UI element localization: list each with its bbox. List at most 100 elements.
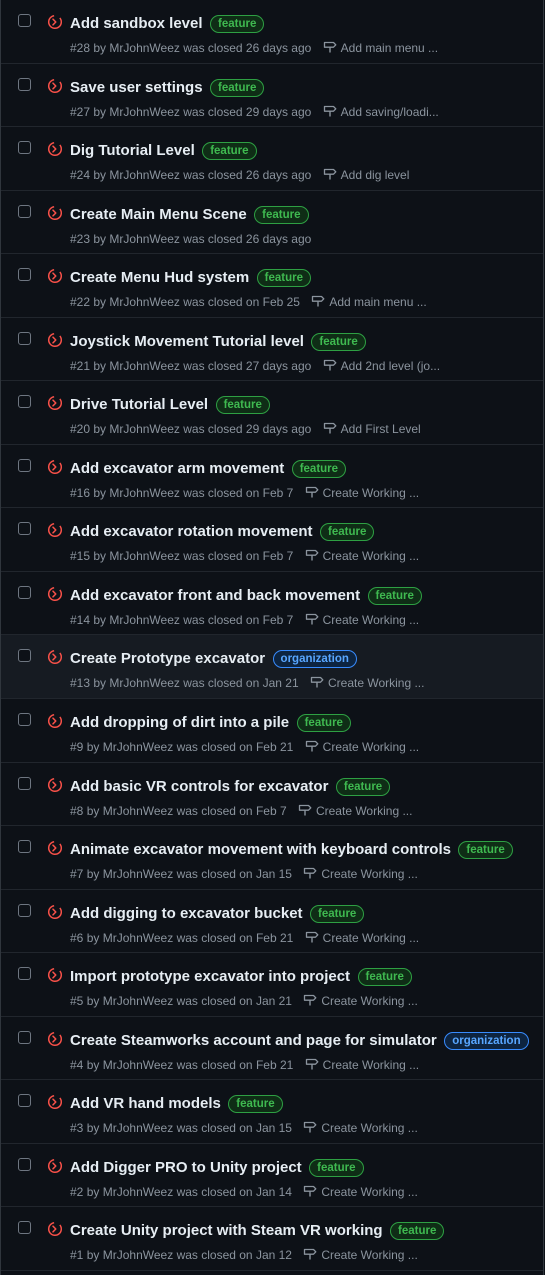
issue-author-link[interactable]: MrJohnWeez	[103, 1121, 173, 1135]
issue-title-link[interactable]: Create Prototype excavator	[70, 650, 265, 667]
issue-author-link[interactable]: MrJohnWeez	[103, 1248, 173, 1262]
issue-label[interactable]: feature	[210, 15, 265, 33]
issue-author-link[interactable]: MrJohnWeez	[103, 740, 173, 754]
issue-author-link[interactable]: MrJohnWeez	[109, 422, 179, 436]
issue-checkbox[interactable]	[18, 141, 31, 155]
issue-author-link[interactable]: MrJohnWeez	[109, 676, 179, 690]
issue-milestone-link[interactable]: Create Working ...	[305, 548, 419, 565]
issue-label[interactable]: feature	[335, 777, 391, 796]
issue-author-link[interactable]: MrJohnWeez	[109, 168, 179, 182]
issue-checkbox[interactable]	[18, 713, 31, 727]
issue-milestone-link[interactable]: Create Working ...	[305, 612, 419, 629]
issue-label[interactable]: feature	[296, 714, 351, 733]
issue-label[interactable]: feature	[256, 269, 312, 288]
issue-milestone-link[interactable]: Create Working ...	[303, 1247, 418, 1264]
issue-label[interactable]: feature	[291, 459, 347, 478]
issue-title-link[interactable]: Create Menu Hud system	[70, 269, 249, 286]
issue-milestone-link[interactable]: Create Working ...	[298, 803, 412, 820]
issue-label[interactable]: feature	[357, 968, 412, 987]
issue-label[interactable]: organization	[272, 650, 357, 669]
issue-label[interactable]: feature	[215, 396, 270, 415]
issue-author-link[interactable]: MrJohnWeez	[103, 1185, 173, 1199]
issue-milestone-link[interactable]: Add First Level	[323, 421, 421, 438]
issue-checkbox[interactable]	[18, 14, 31, 27]
issue-closed-text: was closed on Feb 7	[183, 612, 294, 627]
issue-label[interactable]: feature	[458, 841, 513, 860]
issue-title-link[interactable]: Drive Tutorial Level	[70, 396, 208, 413]
issue-author-link[interactable]: MrJohnWeez	[109, 295, 179, 309]
issue-title-link[interactable]: Create Unity project with Steam VR worki…	[70, 1222, 383, 1239]
issue-milestone-link[interactable]: Create Working ...	[305, 930, 419, 947]
issue-label[interactable]: organization	[444, 1031, 529, 1050]
issue-checkbox[interactable]	[18, 458, 31, 472]
issue-title-link[interactable]: Import prototype excavator into project	[70, 968, 350, 985]
issue-title-link[interactable]: Save user settings	[70, 79, 203, 96]
issue-author-link[interactable]: MrJohnWeez	[103, 994, 173, 1008]
issue-checkbox[interactable]	[18, 649, 31, 663]
issue-checkbox[interactable]	[18, 1030, 31, 1044]
issue-checkbox[interactable]	[18, 77, 31, 91]
issue-checkbox[interactable]	[18, 903, 31, 917]
issue-author-link[interactable]: MrJohnWeez	[109, 41, 179, 55]
issue-title-link[interactable]: Create Main Menu Scene	[70, 206, 247, 223]
issue-checkbox[interactable]	[18, 331, 31, 345]
issue-author-link[interactable]: MrJohnWeez	[109, 105, 179, 119]
issue-checkbox[interactable]	[18, 1094, 31, 1108]
issue-title-link[interactable]: Joystick Movement Tutorial level	[70, 333, 304, 350]
issue-title-link[interactable]: Add basic VR controls for excavator	[70, 778, 328, 795]
issue-milestone-link[interactable]: Add 2nd level (jo...	[323, 358, 440, 375]
issue-milestone-link[interactable]: Create Working ...	[303, 993, 418, 1010]
issue-label[interactable]: feature	[309, 1158, 364, 1177]
issue-author-link[interactable]: MrJohnWeez	[109, 549, 179, 563]
issue-author-link[interactable]: MrJohnWeez	[103, 804, 173, 818]
issue-checkbox[interactable]	[18, 776, 31, 790]
issue-label[interactable]: feature	[254, 205, 309, 224]
issue-checkbox[interactable]	[18, 840, 31, 854]
issue-milestone-link[interactable]: Create Working ...	[303, 1120, 418, 1137]
issue-title-link[interactable]: Add sandbox level	[70, 15, 203, 32]
issue-milestone-link[interactable]: Create Working ...	[305, 1057, 419, 1074]
issue-label[interactable]: feature	[228, 1095, 283, 1114]
issue-title-link[interactable]: Add dropping of dirt into a pile	[70, 714, 289, 731]
issue-checkbox[interactable]	[18, 585, 31, 599]
issue-title-link[interactable]: Dig Tutorial Level	[70, 142, 195, 159]
issue-label[interactable]: feature	[309, 904, 365, 923]
issue-title-link[interactable]: Add excavator rotation movement	[70, 523, 313, 540]
issue-author-link[interactable]: MrJohnWeez	[103, 931, 173, 945]
issue-title-link[interactable]: Add VR hand models	[70, 1095, 221, 1112]
issue-milestone-link[interactable]: Create Working ...	[305, 485, 419, 502]
issue-label[interactable]: feature	[210, 78, 265, 97]
issue-title-link[interactable]: Create Steamworks account and page for s…	[70, 1032, 437, 1049]
issue-milestone-link[interactable]: Create Working ...	[303, 1184, 418, 1201]
issue-author-link[interactable]: MrJohnWeez	[103, 1058, 173, 1072]
issue-checkbox[interactable]	[18, 204, 31, 218]
issue-checkbox[interactable]	[18, 522, 31, 536]
issue-title-link[interactable]: Add digging to excavator bucket	[70, 905, 303, 922]
issue-label[interactable]: feature	[390, 1222, 445, 1241]
issue-checkbox[interactable]	[18, 395, 31, 409]
issue-label[interactable]: feature	[367, 586, 422, 605]
issue-author-link[interactable]: MrJohnWeez	[109, 486, 179, 500]
issue-title-link[interactable]: Add excavator front and back movement	[70, 587, 360, 604]
issue-checkbox[interactable]	[18, 1221, 31, 1235]
issue-checkbox[interactable]	[18, 967, 31, 981]
issue-checkbox[interactable]	[18, 1157, 31, 1171]
issue-author-link[interactable]: MrJohnWeez	[109, 359, 179, 373]
issue-label[interactable]: feature	[311, 332, 366, 351]
issue-title-link[interactable]: Animate excavator movement with keyboard…	[70, 841, 451, 858]
issue-milestone-link[interactable]: Add saving/loadi...	[323, 104, 439, 121]
issue-author-link[interactable]: MrJohnWeez	[103, 867, 173, 881]
issue-milestone-link[interactable]: Create Working ...	[303, 866, 418, 883]
issue-checkbox[interactable]	[18, 268, 31, 282]
issue-milestone-link[interactable]: Add main menu ...	[311, 294, 427, 311]
issue-title-link[interactable]: Add excavator arm movement	[70, 460, 284, 477]
issue-milestone-link[interactable]: Create Working ...	[310, 675, 424, 692]
issue-milestone-link[interactable]: Add main menu ...	[323, 40, 438, 57]
issue-title-link[interactable]: Add Digger PRO to Unity project	[70, 1159, 302, 1176]
issue-label[interactable]: feature	[202, 142, 257, 161]
issue-author-link[interactable]: MrJohnWeez	[109, 613, 179, 627]
issue-milestone-link[interactable]: Add dig level	[323, 167, 409, 184]
issue-milestone-link[interactable]: Create Working ...	[305, 739, 419, 756]
issue-label[interactable]: feature	[320, 523, 375, 542]
issue-author-link[interactable]: MrJohnWeez	[109, 232, 179, 246]
